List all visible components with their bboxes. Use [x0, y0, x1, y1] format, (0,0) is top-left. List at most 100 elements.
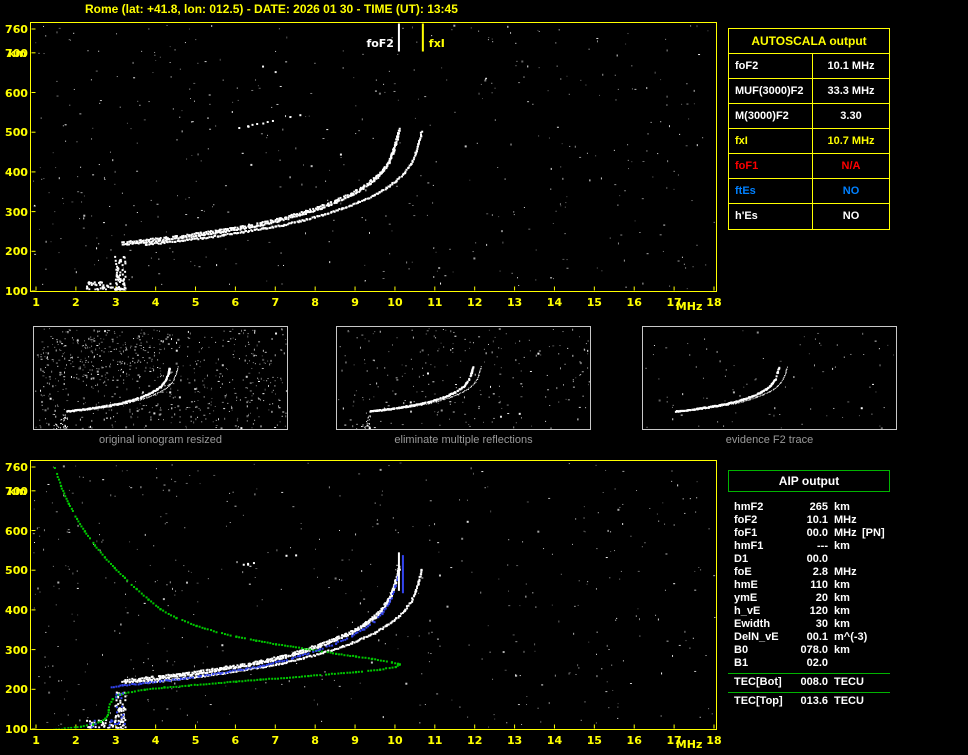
- aip-row: hmF1 --- km: [728, 540, 890, 553]
- aip-param-label: hmF2: [734, 501, 764, 513]
- aip-output-panel: AIP output hmF2 265 km foF2 10.1 MHz foF1 00.0 M…: [728, 470, 890, 708]
- aip-param-label: TEC[Top]: [734, 695, 783, 707]
- aip-row: hmF2 265 km: [728, 501, 890, 514]
- autoscala-row: M(3000)F2 3.30: [729, 104, 889, 129]
- autoscala-row: MUF(3000)F2 33.3 MHz: [729, 79, 889, 104]
- aip-param-label: DelN_vE: [734, 631, 779, 643]
- aip-output-header: AIP output: [728, 470, 890, 492]
- autoscala-param-value: 33.3 MHz: [827, 85, 875, 97]
- aip-param-unit: km: [834, 618, 850, 630]
- aip-param-unit: m^(-3): [834, 631, 868, 643]
- aip-param-unit: MHz: [834, 527, 857, 539]
- aip-param-value: 00.1: [806, 631, 828, 643]
- aip-separator: [728, 673, 890, 674]
- autoscala-param-label: MUF(3000)F2: [729, 79, 813, 103]
- aip-row: B1 02.0: [728, 657, 890, 670]
- autoscala-row: foF1 N/A: [729, 154, 889, 179]
- autoscala-param-label: h'Es: [729, 204, 813, 229]
- aip-param-label: foE: [734, 566, 752, 578]
- aip-param-unit: MHz: [834, 566, 857, 578]
- aip-param-value: 078.0: [800, 644, 828, 656]
- autoscala-row: h'Es NO: [729, 204, 889, 229]
- autoscala-param-value: 10.7 MHz: [827, 135, 875, 147]
- aip-param-unit: TECU: [834, 676, 864, 688]
- aip-param-label: hmF1: [734, 540, 764, 552]
- aip-param-label: TEC[Bot]: [734, 676, 782, 688]
- header-title: Rome (lat: +41.8, lon: 012.5) - DATE: 20…: [85, 2, 458, 16]
- thumbnail-original-ionogram: [33, 326, 288, 430]
- aip-param-value: 02.0: [806, 657, 828, 669]
- aip-param-label: h_vE: [734, 605, 761, 617]
- thumbnail-evidence-f2-trace: [642, 326, 897, 430]
- aip-param-label: foF1: [734, 527, 758, 539]
- aip-param-value: 013.6: [800, 695, 828, 707]
- aip-param-value: ---: [817, 540, 828, 552]
- aip-row: DelN_vE 00.1 m^(-3): [728, 631, 890, 644]
- autoscala-row: fxI 10.7 MHz: [729, 129, 889, 154]
- autoscala-param-label: fxI: [729, 129, 813, 153]
- ionogram-main-plot: [0, 16, 722, 316]
- thumbnail-evidence-f2-trace-canvas: [643, 327, 896, 429]
- aip-row: B0 078.0 km: [728, 644, 890, 657]
- autoscala-row: foF2 10.1 MHz: [729, 54, 889, 79]
- aip-row: TEC[Top] 013.6 TECU: [728, 695, 890, 708]
- thumbnail-eliminate-reflections: [336, 326, 591, 430]
- aip-param-label: foF2: [734, 514, 758, 526]
- aip-param-value: 2.8: [812, 566, 828, 578]
- aip-param-unit: km: [834, 605, 850, 617]
- autoscala-rows: foF2 10.1 MHz MUF(3000)F2 33.3 MHz M(3000)F2…: [729, 54, 889, 229]
- aip-param-value: 265: [809, 501, 828, 513]
- aip-param-label: B1: [734, 657, 749, 669]
- aip-param-unit: TECU: [834, 695, 864, 707]
- aip-row: hmE 110 km: [728, 579, 890, 592]
- aip-separator: [728, 692, 890, 693]
- aip-param-label: ymE: [734, 592, 758, 604]
- autoscala-param-label: foF1: [729, 154, 813, 178]
- thumbnail-caption: evidence F2 trace: [725, 434, 814, 446]
- thumbnail-eliminate-reflections-canvas: [337, 327, 590, 429]
- aip-param-value: 008.0: [800, 676, 828, 688]
- aip-row: ymE 20 km: [728, 592, 890, 605]
- aip-param-label: Ewidth: [734, 618, 771, 630]
- aip-param-extra: [PN]: [862, 527, 885, 539]
- autoscala-param-label: M(3000)F2: [729, 104, 813, 128]
- aip-row: foE 2.8 MHz: [728, 566, 890, 579]
- aip-param-value: 10.1: [806, 514, 828, 526]
- autoscala-output-header: AUTOSCALA output: [729, 29, 889, 54]
- aip-param-label: hmE: [734, 579, 758, 591]
- autoscala-param-value: 3.30: [840, 110, 862, 122]
- aip-row: Ewidth 30 km: [728, 618, 890, 631]
- aip-row: foF1 00.0 MHz [PN]: [728, 527, 890, 540]
- aip-param-unit: km: [834, 579, 850, 591]
- aip-row: D1 00.0: [728, 553, 890, 566]
- aip-param-value: 30: [815, 618, 828, 630]
- aip-param-unit: km: [834, 592, 850, 604]
- aip-row: foF2 10.1 MHz: [728, 514, 890, 527]
- aip-param-label: D1: [734, 553, 749, 565]
- aip-param-unit: MHz: [834, 514, 857, 526]
- aip-param-value: 120: [809, 605, 828, 617]
- autoscala-param-label: ftEs: [729, 179, 813, 203]
- thumbnail-caption: eliminate multiple reflections: [394, 434, 533, 446]
- aip-param-unit: km: [834, 644, 850, 656]
- autoscala-param-value: NO: [842, 210, 860, 222]
- thumbnail-original-ionogram-canvas: [34, 327, 287, 429]
- aip-row: TEC[Bot] 008.0 TECU: [728, 676, 890, 689]
- aip-param-value: 00.0: [806, 527, 828, 539]
- aip-param-value: 110: [810, 579, 828, 591]
- aip-param-unit: km: [834, 501, 850, 513]
- autoscala-param-value: NO: [842, 185, 860, 197]
- autoscala-output-panel: AUTOSCALA output foF2 10.1 MHz MUF(3000)F2…: [728, 28, 890, 230]
- thumbnail-caption: original ionogram resized: [99, 434, 222, 446]
- autoscala-param-label: foF2: [729, 54, 813, 78]
- aip-param-value: 00.0: [806, 553, 828, 565]
- aip-param-unit: km: [834, 540, 850, 552]
- autoscala-app: Rome (lat: +41.8, lon: 012.5) - DATE: 20…: [0, 0, 968, 755]
- autoscala-row: ftEs NO: [729, 179, 889, 204]
- aip-param-value: 20: [815, 592, 828, 604]
- autoscala-param-value: 10.1 MHz: [827, 60, 875, 72]
- aip-rows: hmF2 265 km foF2 10.1 MHz foF1 00.0 MHz [PN] hmF1 -…: [728, 501, 890, 708]
- autoscala-param-value: N/A: [841, 160, 861, 172]
- aip-row: h_vE 120 km: [728, 605, 890, 618]
- ionogram-profile-plot: [0, 454, 722, 754]
